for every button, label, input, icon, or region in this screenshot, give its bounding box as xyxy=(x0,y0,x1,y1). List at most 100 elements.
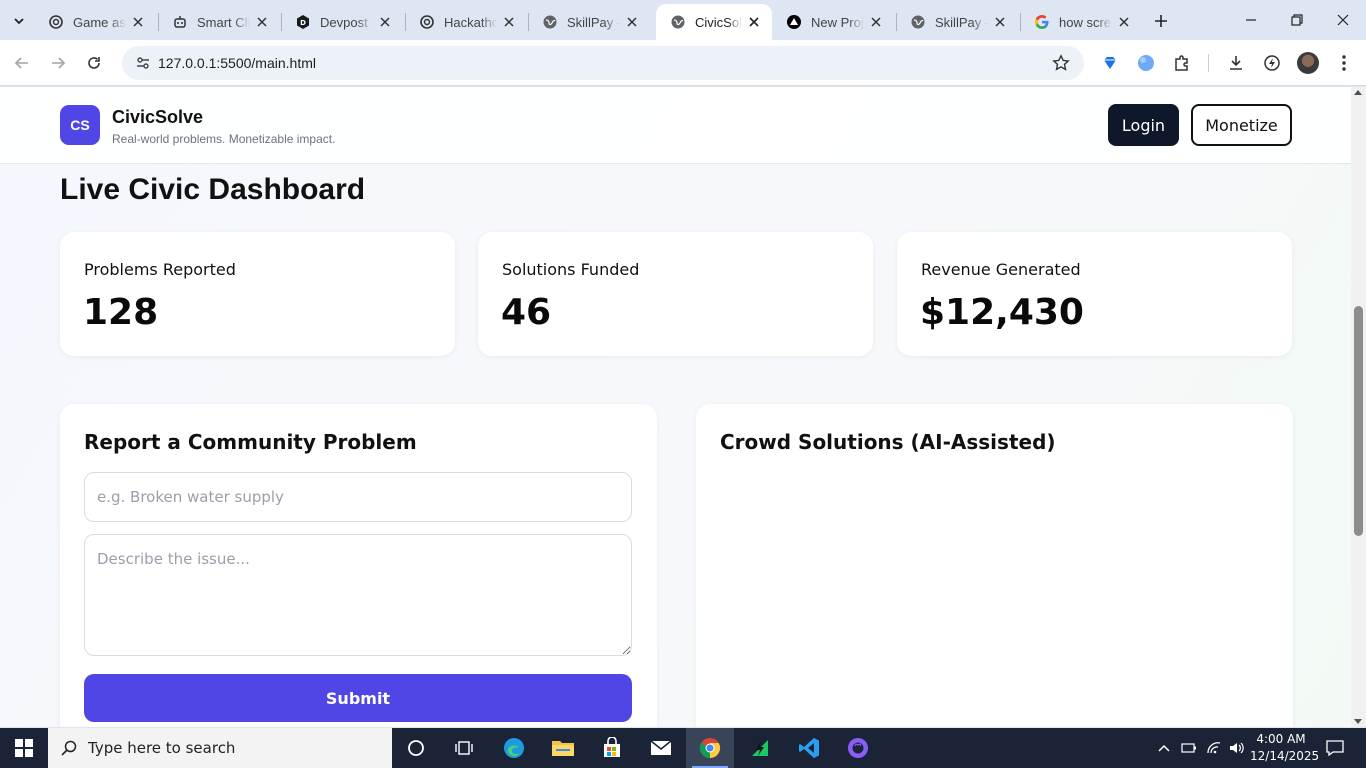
sphere-extension-icon[interactable] xyxy=(1135,52,1157,74)
tab-label: how scree xyxy=(1059,14,1112,30)
reload-button[interactable] xyxy=(80,49,108,77)
cortana-button[interactable] xyxy=(392,728,440,768)
browser-tab[interactable]: SkillPay – xyxy=(528,4,650,40)
edge-icon xyxy=(504,738,524,758)
scroll-up-arrow[interactable] xyxy=(1354,90,1362,95)
close-window-button[interactable] xyxy=(1320,0,1366,40)
problem-description-textarea[interactable] xyxy=(84,534,632,656)
edge-app[interactable] xyxy=(490,728,538,768)
puzzle-extensions-icon[interactable] xyxy=(1171,52,1193,74)
close-icon[interactable] xyxy=(254,14,270,30)
browser-tab[interactable]: New Proje xyxy=(772,4,894,40)
tab-search-button[interactable] xyxy=(6,8,32,34)
download-icon[interactable] xyxy=(1225,52,1247,74)
network-tray-icon[interactable] xyxy=(1203,728,1225,768)
address-bar[interactable]: 127.0.0.1:5500/main.html xyxy=(122,46,1084,80)
vercel-icon xyxy=(786,14,802,30)
dashboard-title: Live Civic Dashboard xyxy=(60,173,366,206)
chevron-down-icon xyxy=(14,18,24,25)
browser-tab-active[interactable]: CivicSolve xyxy=(656,4,772,40)
minimize-button[interactable] xyxy=(1228,0,1274,40)
close-icon[interactable] xyxy=(868,14,884,30)
wifi-icon xyxy=(1207,742,1221,754)
performance-icon[interactable] xyxy=(1261,52,1283,74)
mail-app[interactable] xyxy=(637,728,685,768)
site-info-icon[interactable] xyxy=(134,54,152,72)
start-button[interactable] xyxy=(0,728,48,768)
restore-icon xyxy=(1291,14,1303,26)
submit-button[interactable]: Submit xyxy=(84,674,632,722)
notification-icon xyxy=(1326,740,1344,756)
chevron-up-icon xyxy=(1158,744,1170,752)
bot-icon xyxy=(172,14,188,30)
solutions-panel-title: Crowd Solutions (AI-Assisted) xyxy=(720,430,1056,454)
scroll-thumb[interactable] xyxy=(1354,306,1363,536)
cortana-icon xyxy=(408,740,424,756)
login-button[interactable]: Login xyxy=(1108,104,1179,146)
chrome-app[interactable] xyxy=(686,728,734,768)
stat-value: 46 xyxy=(501,292,552,333)
lightning-app-icon xyxy=(752,740,768,756)
gpu-app[interactable] xyxy=(736,728,784,768)
globe-icon xyxy=(542,14,558,30)
close-icon[interactable] xyxy=(130,14,146,30)
tab-label: SkillPay – xyxy=(567,14,620,30)
back-button[interactable] xyxy=(8,49,36,77)
chatgpt-icon xyxy=(419,14,435,30)
star-icon[interactable] xyxy=(1052,54,1070,72)
close-icon[interactable] xyxy=(746,14,762,30)
diamond-extension-icon[interactable] xyxy=(1099,52,1121,74)
chrome-icon xyxy=(699,738,721,759)
page-viewport: CS CivicSolve Real-world problems. Monet… xyxy=(0,87,1366,727)
taskbar-search-box[interactable]: Type here to search xyxy=(48,728,392,768)
browser-tab[interactable]: SkillPay – xyxy=(896,4,1018,40)
crowd-solutions-panel: Crowd Solutions (AI-Assisted) xyxy=(696,404,1293,727)
stat-card-revenue: Revenue Generated $12,430 xyxy=(897,232,1292,356)
forward-button[interactable] xyxy=(44,49,72,77)
report-panel-title: Report a Community Problem xyxy=(84,430,417,454)
notification-center-button[interactable] xyxy=(1320,728,1350,768)
monetize-button[interactable]: Monetize xyxy=(1191,104,1292,146)
close-icon[interactable] xyxy=(377,14,393,30)
stat-value: $12,430 xyxy=(920,292,1084,333)
browser-tab[interactable]: how scree xyxy=(1020,4,1142,40)
speaker-icon xyxy=(1230,742,1244,754)
battery-tray-icon[interactable] xyxy=(1178,728,1200,768)
restore-button[interactable] xyxy=(1274,0,1320,40)
scroll-down-arrow[interactable] xyxy=(1354,719,1362,724)
browser-tab[interactable]: Hackatho xyxy=(405,4,527,40)
vscode-app[interactable] xyxy=(785,728,833,768)
report-problem-panel: Report a Community Problem Submit xyxy=(60,404,657,727)
task-view-icon xyxy=(455,741,473,755)
close-icon[interactable] xyxy=(501,14,517,30)
close-icon[interactable] xyxy=(624,14,640,30)
taskbar-clock[interactable]: 4:00 AM 12/14/2025 xyxy=(1250,731,1319,765)
file-explorer-app[interactable] xyxy=(539,728,587,768)
browser-tab[interactable]: D Devpost xyxy=(281,4,403,40)
close-icon[interactable] xyxy=(1116,14,1132,30)
tab-label: Devpost xyxy=(320,14,368,30)
github-desktop-app[interactable] xyxy=(834,728,882,768)
more-menu-icon[interactable] xyxy=(1333,52,1355,74)
new-tab-button[interactable] xyxy=(1148,8,1174,34)
tab-label: Game ass xyxy=(73,14,126,30)
windows-logo-icon xyxy=(15,739,33,757)
tab-label: SkillPay – xyxy=(935,14,988,30)
stat-value: 128 xyxy=(83,292,159,333)
logo-badge[interactable]: CS xyxy=(60,105,100,145)
vscode-icon xyxy=(799,738,819,758)
windows-taskbar: Type here to search 4:00 AM 12/14/2025 xyxy=(0,728,1366,768)
profile-avatar[interactable] xyxy=(1297,52,1319,74)
microsoft-store-app[interactable] xyxy=(588,728,636,768)
problem-title-input[interactable] xyxy=(84,472,632,522)
close-icon xyxy=(1337,14,1349,26)
volume-tray-icon[interactable] xyxy=(1226,728,1248,768)
show-hidden-icons-button[interactable] xyxy=(1154,728,1174,768)
browser-tab[interactable]: Smart Cli xyxy=(158,4,280,40)
page-scrollbar[interactable] xyxy=(1351,87,1366,727)
tab-label: New Proje xyxy=(811,14,864,30)
browser-tab[interactable]: Game ass xyxy=(34,4,156,40)
task-view-button[interactable] xyxy=(440,728,488,768)
site-header: CS CivicSolve Real-world problems. Monet… xyxy=(0,87,1351,164)
close-icon[interactable] xyxy=(992,14,1008,30)
